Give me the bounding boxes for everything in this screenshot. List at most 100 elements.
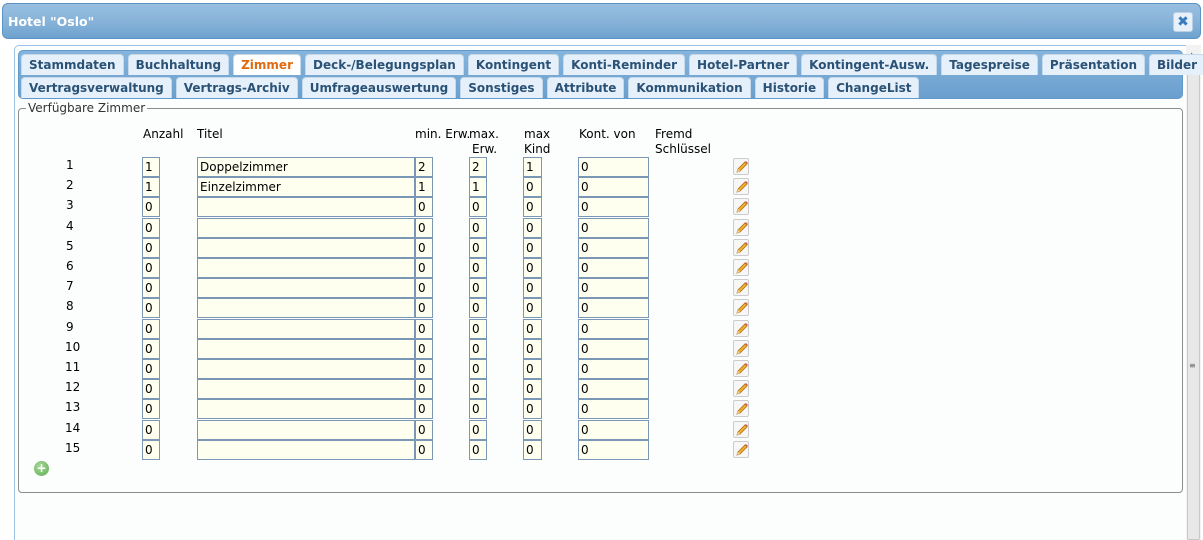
input-min-erw[interactable]: 2 bbox=[415, 157, 433, 177]
pencil-icon[interactable] bbox=[733, 178, 749, 196]
input-max-erw[interactable]: 0 bbox=[469, 258, 487, 278]
tab-vertragsverwaltung[interactable]: Vertragsverwaltung bbox=[21, 77, 172, 98]
tab-buchhaltung[interactable]: Buchhaltung bbox=[127, 54, 230, 75]
pencil-icon[interactable] bbox=[733, 279, 749, 297]
input-max-kind[interactable]: 0 bbox=[523, 258, 542, 278]
input-max-kind[interactable]: 0 bbox=[523, 177, 542, 198]
input-kont-von[interactable]: 0 bbox=[578, 197, 649, 218]
input-max-kind[interactable]: 0 bbox=[523, 197, 542, 218]
input-anzahl[interactable]: 0 bbox=[142, 278, 160, 299]
input-min-erw[interactable]: 1 bbox=[415, 177, 433, 198]
input-max-erw[interactable]: 0 bbox=[469, 359, 487, 379]
input-min-erw[interactable]: 0 bbox=[415, 439, 433, 460]
scroll-thumb[interactable] bbox=[1187, 63, 1200, 540]
pencil-icon[interactable] bbox=[733, 319, 749, 337]
input-min-erw[interactable]: 0 bbox=[415, 399, 433, 420]
input-min-erw[interactable]: 0 bbox=[415, 258, 433, 278]
input-kont-von[interactable]: 0 bbox=[578, 439, 649, 460]
input-titel[interactable]: Doppelzimmer bbox=[197, 157, 415, 177]
input-kont-von[interactable]: 0 bbox=[578, 298, 649, 319]
input-titel[interactable] bbox=[197, 399, 415, 420]
pencil-icon[interactable] bbox=[733, 158, 749, 175]
pencil-icon[interactable] bbox=[733, 238, 749, 256]
pencil-icon[interactable] bbox=[733, 360, 749, 377]
input-min-erw[interactable]: 0 bbox=[415, 197, 433, 218]
input-titel[interactable] bbox=[197, 338, 415, 359]
input-kont-von[interactable]: 0 bbox=[578, 399, 649, 420]
input-min-erw[interactable]: 0 bbox=[415, 237, 433, 258]
input-max-erw[interactable]: 0 bbox=[469, 197, 487, 218]
input-anzahl[interactable]: 0 bbox=[142, 399, 160, 420]
input-max-erw[interactable]: 0 bbox=[469, 379, 487, 400]
input-max-erw[interactable]: 1 bbox=[469, 177, 487, 198]
input-max-erw[interactable]: 0 bbox=[469, 217, 487, 238]
input-kont-von[interactable]: 0 bbox=[578, 338, 649, 359]
input-max-kind[interactable]: 0 bbox=[523, 439, 542, 460]
input-kont-von[interactable]: 0 bbox=[578, 258, 649, 278]
input-titel[interactable] bbox=[197, 258, 415, 278]
tab-sonstiges[interactable]: Sonstiges bbox=[460, 77, 543, 98]
input-max-kind[interactable]: 0 bbox=[523, 399, 542, 420]
input-max-erw[interactable]: 0 bbox=[469, 338, 487, 359]
pencil-icon[interactable] bbox=[733, 299, 749, 317]
input-max-kind[interactable]: 0 bbox=[523, 217, 542, 238]
tab-kontingent-ausw-[interactable]: Kontingent-Ausw. bbox=[801, 54, 938, 75]
input-titel[interactable]: Einzelzimmer bbox=[197, 177, 415, 198]
pencil-icon[interactable] bbox=[733, 339, 749, 357]
input-kont-von[interactable]: 0 bbox=[578, 419, 649, 440]
input-anzahl[interactable]: 0 bbox=[142, 237, 160, 258]
input-kont-von[interactable]: 0 bbox=[578, 318, 649, 339]
tab-kontingent[interactable]: Kontingent bbox=[467, 54, 560, 75]
input-anzahl[interactable]: 0 bbox=[142, 359, 160, 379]
input-kont-von[interactable]: 0 bbox=[578, 379, 649, 400]
vertical-scrollbar[interactable]: ▲ ≡ bbox=[1186, 45, 1201, 540]
input-max-kind[interactable]: 0 bbox=[523, 338, 542, 359]
pencil-icon[interactable] bbox=[733, 380, 749, 398]
input-min-erw[interactable]: 0 bbox=[415, 278, 433, 299]
tab-historie[interactable]: Historie bbox=[754, 77, 825, 98]
input-kont-von[interactable]: 0 bbox=[578, 177, 649, 198]
input-titel[interactable] bbox=[197, 419, 415, 440]
input-max-kind[interactable]: 0 bbox=[523, 359, 542, 379]
tab-kommunikation[interactable]: Kommunikation bbox=[628, 77, 751, 98]
input-titel[interactable] bbox=[197, 298, 415, 319]
input-kont-von[interactable]: 0 bbox=[578, 217, 649, 238]
input-max-erw[interactable]: 0 bbox=[469, 298, 487, 319]
input-anzahl[interactable]: 0 bbox=[142, 197, 160, 218]
input-min-erw[interactable]: 0 bbox=[415, 338, 433, 359]
input-anzahl[interactable]: 1 bbox=[142, 157, 160, 177]
tab-tagespreise[interactable]: Tagespreise bbox=[941, 54, 1038, 75]
input-max-kind[interactable]: 0 bbox=[523, 379, 542, 400]
input-anzahl[interactable]: 0 bbox=[142, 379, 160, 400]
input-anzahl[interactable]: 0 bbox=[142, 419, 160, 440]
close-icon[interactable]: ✖ bbox=[1173, 12, 1193, 32]
tab-konti-reminder[interactable]: Konti-Reminder bbox=[563, 54, 686, 75]
input-max-erw[interactable]: 0 bbox=[469, 237, 487, 258]
pencil-icon[interactable] bbox=[733, 440, 749, 458]
input-max-erw[interactable]: 0 bbox=[469, 399, 487, 420]
input-kont-von[interactable]: 0 bbox=[578, 237, 649, 258]
input-anzahl[interactable]: 0 bbox=[142, 338, 160, 359]
pencil-icon[interactable] bbox=[733, 259, 749, 276]
input-min-erw[interactable]: 0 bbox=[415, 217, 433, 238]
input-max-erw[interactable]: 2 bbox=[469, 157, 487, 177]
input-anzahl[interactable]: 0 bbox=[142, 318, 160, 339]
input-max-erw[interactable]: 0 bbox=[469, 318, 487, 339]
input-anzahl[interactable]: 0 bbox=[142, 298, 160, 319]
input-titel[interactable] bbox=[197, 359, 415, 379]
input-max-kind[interactable]: 0 bbox=[523, 419, 542, 440]
tab-umfrageauswertung[interactable]: Umfrageauswertung bbox=[301, 77, 457, 98]
tab-präsentation[interactable]: Präsentation bbox=[1041, 54, 1145, 75]
input-min-erw[interactable]: 0 bbox=[415, 359, 433, 379]
input-max-kind[interactable]: 0 bbox=[523, 298, 542, 319]
pencil-icon[interactable] bbox=[733, 420, 749, 438]
tab-stammdaten[interactable]: Stammdaten bbox=[21, 54, 124, 75]
input-min-erw[interactable]: 0 bbox=[415, 298, 433, 319]
pencil-icon[interactable] bbox=[733, 218, 749, 236]
input-max-erw[interactable]: 0 bbox=[469, 419, 487, 440]
input-max-erw[interactable]: 0 bbox=[469, 278, 487, 299]
tab-attribute[interactable]: Attribute bbox=[546, 77, 625, 98]
tab-zimmer[interactable]: Zimmer bbox=[233, 54, 301, 75]
input-max-kind[interactable]: 0 bbox=[523, 237, 542, 258]
input-titel[interactable] bbox=[197, 278, 415, 299]
